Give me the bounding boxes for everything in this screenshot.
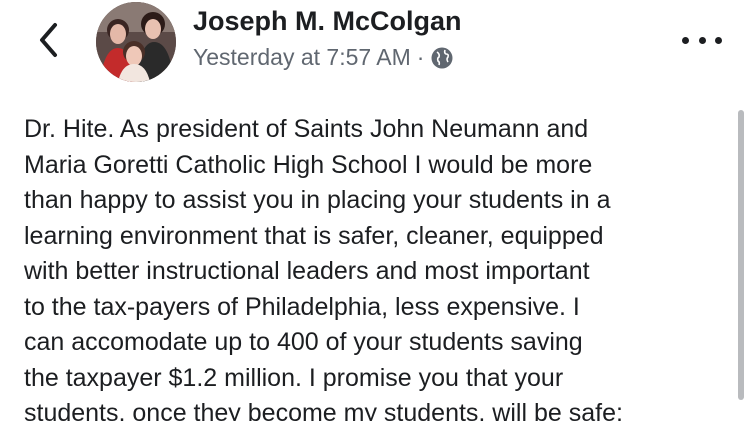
post-text-line: with better instructional leaders and mo…	[24, 257, 590, 285]
author-name[interactable]: Joseph M. McColgan	[193, 6, 462, 37]
chevron-left-icon	[40, 23, 57, 57]
globe-icon	[430, 46, 454, 70]
post-text-line: the taxpayer $1.2 million. I promise you…	[24, 363, 564, 392]
timestamp[interactable]: Yesterday at 7:57 AM	[193, 44, 411, 71]
post-text-line: learning environment that is safer, clea…	[24, 221, 604, 250]
post-text-line: Dr. Hite. As president of Saints John Ne…	[24, 115, 589, 143]
post-text-line: than happy to assist you in placing your…	[24, 186, 611, 214]
post-header: Joseph M. McColgan Yesterday at 7:57 AM …	[0, 0, 750, 92]
post-meta: Yesterday at 7:57 AM ·	[193, 44, 454, 71]
post-text-line: can accomodate up to 400 of your student…	[24, 328, 583, 356]
post-text-line: Maria Goretti Catholic High School I wou…	[24, 150, 593, 179]
scrollbar[interactable]	[738, 110, 744, 400]
back-button[interactable]	[28, 20, 68, 60]
facebook-post: Joseph M. McColgan Yesterday at 7:57 AM …	[0, 0, 750, 421]
post-text-line: to the tax-payers of Philadelphia, less …	[24, 292, 580, 321]
more-dot	[715, 36, 722, 44]
more-options-button[interactable]	[682, 28, 722, 52]
post-text-line: students, once they become my students, …	[24, 399, 623, 421]
profile-photo	[96, 2, 176, 82]
more-dot	[698, 36, 706, 44]
post-body-text: Dr. Hite. As president of Saints John Ne…	[24, 112, 736, 421]
meta-separator: ·	[416, 44, 425, 70]
avatar[interactable]	[96, 2, 176, 82]
more-dot	[682, 36, 689, 44]
